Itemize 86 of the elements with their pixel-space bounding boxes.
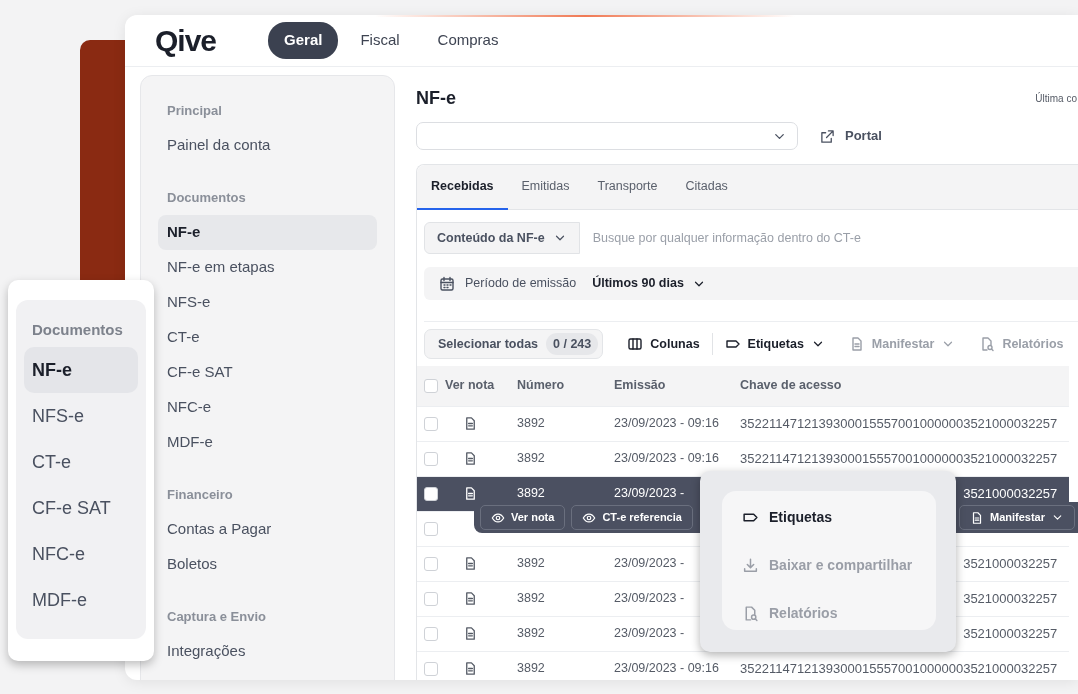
table-cell: 23/09/2023 - [614, 486, 685, 501]
sidebar-item[interactable]: MDF-e [158, 425, 377, 460]
sidebar-item[interactable]: Contas a Pagar [158, 512, 377, 547]
company-select[interactable] [416, 122, 798, 150]
external-link-icon [820, 128, 835, 144]
checkbox[interactable] [424, 379, 438, 394]
menu-heading: Documentos [31, 319, 124, 340]
sidebar-item[interactable]: NFS-e [158, 285, 377, 320]
column-header[interactable]: Emissão [614, 378, 666, 393]
document-tab[interactable]: Transporte [583, 165, 672, 210]
table-cell: 35221147121393000155570010000003521000032257 [740, 660, 1058, 676]
menu-item[interactable]: MDF-e [24, 577, 138, 623]
document-tab[interactable]: Emitidas [507, 165, 584, 210]
document-tab[interactable]: Citadas [671, 165, 742, 210]
sidebar-item[interactable]: CF-e SAT [158, 355, 377, 390]
sidebar-item[interactable]: NF-e [158, 215, 377, 250]
document-tab[interactable]: Recebidas [417, 165, 508, 210]
table-cell: 3521000032257 [963, 625, 1058, 641]
nav-tab[interactable]: Compras [421, 22, 515, 59]
column-header[interactable]: Número [517, 378, 565, 393]
menu-item[interactable]: CT-e [24, 439, 138, 485]
table-cell: 3892 [517, 661, 545, 676]
table-cell: 3892 [517, 486, 545, 501]
logo: Qive [155, 25, 217, 56]
columns-icon [627, 336, 644, 352]
menu-item[interactable]: CF-e SAT [24, 485, 138, 531]
sidebar-item[interactable]: Integrações [158, 634, 377, 669]
calendar-icon [439, 275, 455, 292]
table-cell: 3892 [517, 591, 545, 606]
checkbox[interactable] [424, 521, 438, 536]
search-field[interactable]: Busque por qualquer informação dentro do CT-e [579, 222, 1078, 254]
portal-link[interactable]: Portal [820, 126, 882, 146]
sidebar-heading: Captura e Envio [166, 607, 267, 626]
sidebar-heading: Financeiro [166, 485, 234, 504]
eye-icon [582, 510, 597, 525]
period-dropdown[interactable]: Últimos 90 dias [586, 274, 706, 293]
sidebar-item[interactable]: CT-e [158, 320, 377, 355]
checkbox[interactable] [424, 626, 438, 641]
menu-item[interactable]: NFC-e [24, 531, 138, 577]
table-cell: 3521000032257 [963, 555, 1058, 571]
eye-icon [491, 510, 505, 525]
page-title: NF-e [416, 86, 456, 110]
checkbox[interactable] [424, 451, 438, 466]
table-cell: 3892 [517, 626, 545, 641]
table-cell: 23/09/2023 - [614, 626, 685, 641]
table-cell: 23/09/2023 - 09:16 [614, 416, 719, 431]
table-cell: 23/09/2023 - [614, 591, 685, 606]
toolbar-button[interactable]: Etiquetas [712, 334, 837, 354]
sidebar-heading: Principal [166, 101, 223, 120]
nav-tab[interactable]: Geral [268, 22, 339, 59]
row-action-button[interactable]: Ver nota [480, 505, 566, 530]
table-cell: 3892 [517, 416, 545, 431]
last-update-text: Última co [1035, 91, 1078, 106]
select-all-button[interactable]: Selecionar todas 0 / 243 [424, 328, 604, 360]
selection-count: 0 / 243 [546, 332, 599, 356]
sidebar-heading: Documentos [166, 188, 247, 207]
menu-item[interactable]: NF-e [24, 347, 138, 393]
table-cell: 3521000032257 [963, 485, 1058, 501]
table-cell: 23/09/2023 - [614, 556, 685, 571]
sidebar-item[interactable]: Painel da conta [158, 128, 377, 163]
checkbox[interactable] [424, 661, 438, 676]
checkbox[interactable] [424, 556, 438, 571]
search-scope-dropdown[interactable]: Conteúdo da NF-e [424, 222, 580, 254]
table-cell: 23/09/2023 - 09:16 [614, 661, 719, 676]
report-icon [979, 336, 996, 352]
checkbox[interactable] [424, 486, 438, 501]
table-cell: 3892 [517, 556, 545, 571]
table-cell: 35221147121393000155570010000003521000032257 [740, 450, 1058, 466]
download-icon [742, 556, 759, 574]
row-action-button[interactable]: CT-e referencia [571, 505, 693, 530]
column-header[interactable]: Chave de acesso [740, 378, 842, 393]
sidebar-item[interactable]: NFC-e [158, 390, 377, 425]
table-cell: 23/09/2023 - 09:16 [614, 451, 719, 466]
sidebar-item[interactable]: Boletos [158, 547, 377, 582]
period-label: Período de emissão [465, 275, 577, 293]
menu-item[interactable]: NFS-e [24, 393, 138, 439]
table-row[interactable]: 3892 23/09/2023 - 09:16 35221147121393000155570010000003521000032257 [417, 406, 1070, 441]
checkbox[interactable] [424, 416, 438, 431]
table-cell: 3892 [517, 451, 545, 466]
nav-tab[interactable]: Fiscal [344, 22, 416, 59]
sidebar-item[interactable]: NF-e em etapas [158, 250, 377, 285]
checkbox[interactable] [424, 591, 438, 606]
toolbar-button[interactable]: Colunas [615, 334, 712, 354]
row-action-button[interactable]: Manifestar [958, 505, 1075, 530]
table-cell: 3521000032257 [963, 590, 1058, 606]
table-cell: 35221147121393000155570010000003521000032257 [740, 415, 1058, 431]
